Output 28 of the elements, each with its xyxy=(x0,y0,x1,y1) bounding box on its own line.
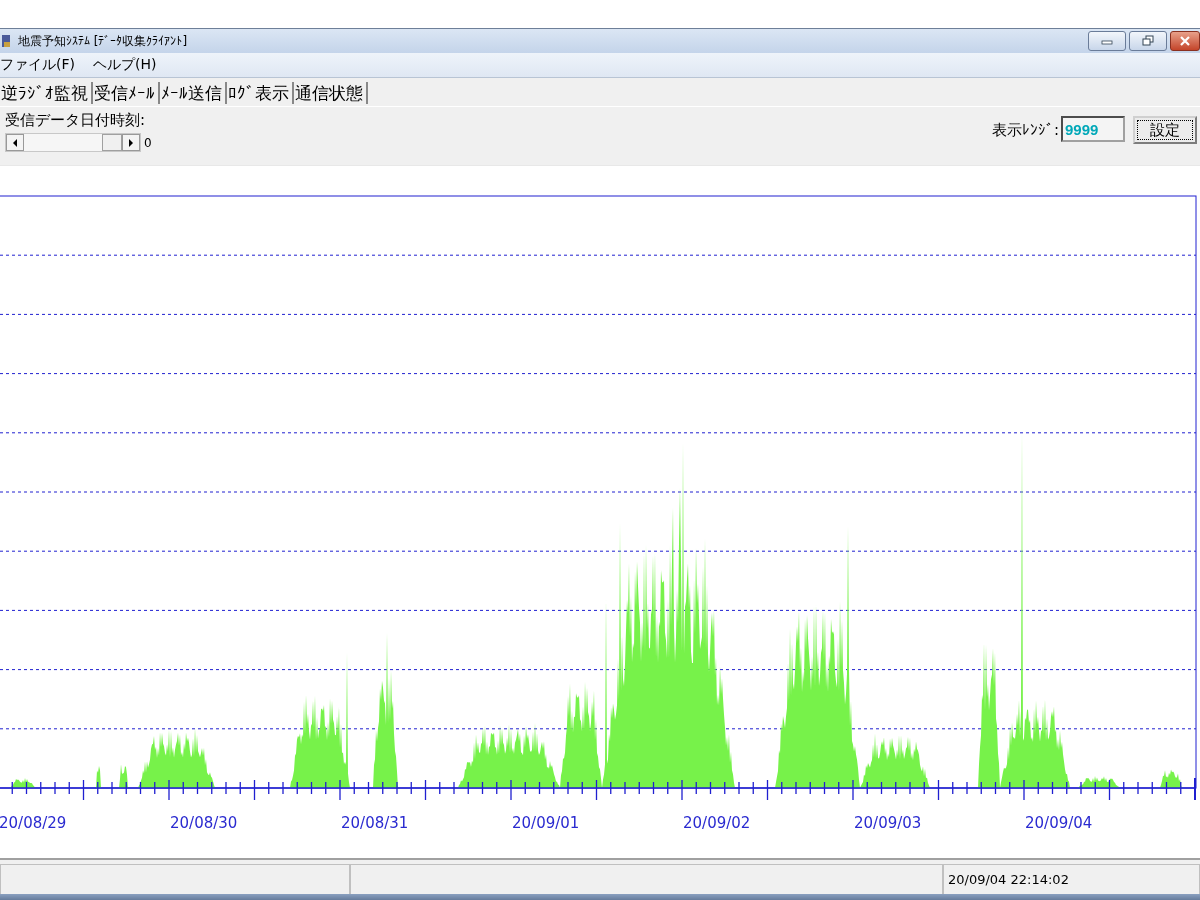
minimize-icon xyxy=(1100,37,1114,45)
x-axis-label: 20/09/01 xyxy=(512,814,580,832)
scroll-thumb[interactable] xyxy=(102,134,122,151)
app-icon xyxy=(0,33,12,49)
tab[interactable]: ﾛｸﾞ表示 xyxy=(227,82,294,104)
x-axis-label: 20/09/04 xyxy=(1025,814,1093,832)
x-axis-label: 20/08/30 xyxy=(170,814,238,832)
close-icon xyxy=(1179,36,1191,46)
x-axis-label: 20/08/29 xyxy=(0,814,67,832)
tab[interactable]: ﾒｰﾙ送信 xyxy=(160,82,227,104)
set-button[interactable]: 設定 xyxy=(1133,116,1197,144)
x-axis-label: 20/09/02 xyxy=(683,814,751,832)
window-title: 地震予知ｼｽﾃﾑ [ﾃﾞｰﾀ収集ｸﾗｲｱﾝﾄ] xyxy=(18,32,188,50)
restore-button[interactable] xyxy=(1129,31,1167,51)
restore-icon xyxy=(1141,35,1155,47)
date-reading: 0 xyxy=(144,135,152,150)
date-scrollbar[interactable] xyxy=(5,133,141,152)
x-axis-label: 20/08/31 xyxy=(341,814,409,832)
minimize-button[interactable] xyxy=(1088,31,1126,51)
tab[interactable]: 通信状態 xyxy=(294,82,368,104)
range-label: 表示ﾚﾝｼﾞ: xyxy=(991,120,1059,140)
tab[interactable]: 受信ﾒｰﾙ xyxy=(93,82,160,104)
date-label: 受信データ日付時刻: xyxy=(5,111,147,130)
tab[interactable]: 逆ﾗｼﾞｵ監視 xyxy=(0,82,93,104)
close-button[interactable] xyxy=(1170,31,1200,51)
menu-item[interactable]: ヘルプ(H) xyxy=(93,56,157,74)
menu-item[interactable]: ファイル(F) xyxy=(0,56,75,74)
x-axis-label: 20/09/03 xyxy=(854,814,922,832)
